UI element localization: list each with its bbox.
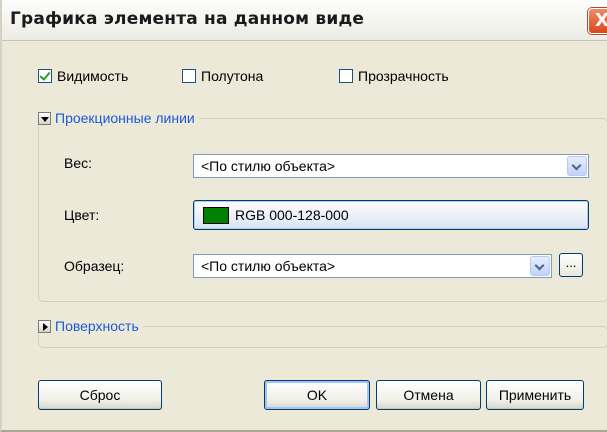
checkbox-halftone-box[interactable]: [182, 69, 196, 83]
chevron-down-icon[interactable]: [530, 256, 550, 276]
pattern-label: Образец:: [64, 258, 125, 274]
ok-button[interactable]: OK: [264, 380, 370, 410]
pattern-dropdown[interactable]: <По стилю объекта>: [193, 254, 552, 278]
checkbox-transparency[interactable]: Прозрачность: [339, 67, 449, 85]
dialog-title: Графика элемента на данном виде: [10, 9, 365, 29]
chevron-down-icon[interactable]: [567, 156, 587, 176]
projection-lines-title: Проекционные линии: [55, 110, 195, 126]
color-button[interactable]: RGB 000-128-000: [193, 200, 589, 230]
weight-value: <По стилю объекта>: [201, 158, 336, 174]
checkbox-halftone-label: Полутона: [201, 68, 264, 84]
surface-title: Поверхность: [55, 318, 139, 334]
weight-label: Вес:: [64, 155, 93, 171]
pattern-browse-button[interactable]: ...: [559, 253, 583, 277]
dialog-window: Графика элемента на данном виде X Видимо…: [0, 0, 607, 432]
reset-button[interactable]: Сброс: [38, 380, 162, 410]
close-button[interactable]: X: [588, 8, 607, 34]
weight-dropdown[interactable]: <По стилю объекта>: [193, 154, 589, 178]
color-label: Цвет:: [64, 207, 100, 223]
projection-lines-header[interactable]: Проекционные линии: [38, 110, 199, 126]
checkbox-visibility-label: Видимость: [57, 68, 129, 84]
cancel-button[interactable]: Отмена: [376, 380, 481, 410]
expand-arrow-icon[interactable]: [38, 319, 51, 333]
checkbox-transparency-box[interactable]: [339, 69, 353, 83]
pattern-value: <По стилю объекта>: [201, 258, 336, 274]
collapse-arrow-icon[interactable]: [38, 111, 51, 125]
checkbox-halftone[interactable]: Полутона: [182, 67, 263, 85]
title-bar[interactable]: Графика элемента на данном виде X: [2, 0, 607, 41]
checkbox-visibility[interactable]: Видимость: [38, 67, 128, 85]
surface-header[interactable]: Поверхность: [38, 318, 143, 334]
checkbox-transparency-label: Прозрачность: [358, 68, 449, 84]
color-swatch: [203, 207, 229, 224]
color-value: RGB 000-128-000: [235, 207, 349, 223]
checkbox-visibility-box[interactable]: [38, 69, 52, 83]
apply-button[interactable]: Применить: [486, 380, 584, 410]
close-icon: X: [595, 10, 607, 31]
